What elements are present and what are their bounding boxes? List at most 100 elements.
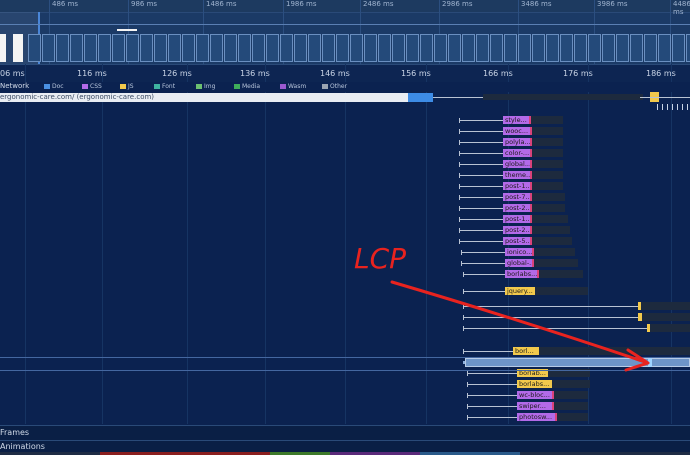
- network-request-bar[interactable]: post-2...: [503, 226, 530, 234]
- timeline-overview[interactable]: 486 ms 986 ms 1486 ms 1986 ms 2486 ms 2986 ms…: [0, 0, 690, 64]
- request-whisker: [459, 164, 503, 165]
- frames-track-label: Frames: [0, 428, 30, 437]
- request-download-bar: [532, 248, 575, 256]
- legend-label: CSS: [90, 83, 102, 90]
- request-whisker-cap: [459, 195, 460, 200]
- overview-activity-line: [117, 29, 137, 31]
- request-whisker-cap: [459, 184, 460, 189]
- frames-track[interactable]: Frames: [0, 425, 690, 440]
- request-whisker: [459, 175, 503, 176]
- network-request-bar[interactable]: wc-bloc...: [517, 391, 552, 399]
- network-request-bar[interactable]: style...: [503, 116, 529, 124]
- network-request-bar[interactable]: ionico...: [505, 248, 532, 256]
- request-whisker: [459, 153, 503, 154]
- overview-frame-thumbnail: [448, 34, 461, 62]
- request-download-bar: [530, 127, 563, 135]
- request-whisker-cap: [459, 217, 460, 222]
- request-download-bar: [530, 160, 563, 168]
- request-whisker-cap: [459, 228, 460, 233]
- overview-frame-thumbnail: [616, 34, 629, 62]
- network-request-bar[interactable]: post-5...: [503, 237, 530, 245]
- network-request-bar[interactable]: global...: [503, 160, 530, 168]
- overview-frame-thumbnail: [546, 34, 559, 62]
- legend-swatch: [120, 84, 126, 89]
- legend-item: Font: [154, 83, 175, 90]
- request-main-thread-tip: [530, 127, 532, 135]
- legend-item: Doc: [44, 83, 64, 90]
- request-main-thread-tip: [532, 248, 534, 256]
- legend-swatch: [154, 84, 160, 89]
- overview-frame-thumbnail: [532, 34, 545, 62]
- overview-frame-thumbnail: [588, 34, 601, 62]
- overview-frame-thumbnail: [686, 34, 690, 62]
- request-tick: [672, 104, 673, 110]
- request-main-thread-tip: [530, 237, 532, 245]
- legend-label: Media: [242, 83, 261, 90]
- request-whisker: [461, 252, 505, 253]
- overview-frame-thumbnail: [378, 34, 391, 62]
- legend-item: CSS: [82, 83, 102, 90]
- overview-frame-thumbnail: [462, 34, 475, 62]
- overview-frame-thumbnail: [476, 34, 489, 62]
- overview-frame-thumbnail: [490, 34, 503, 62]
- request-main-thread-tip: [530, 204, 532, 212]
- request-whisker-cap: [461, 250, 462, 255]
- request-main-thread-tip: [529, 116, 531, 124]
- request-whisker: [459, 142, 503, 143]
- legend-swatch: [322, 84, 328, 89]
- network-request-bar[interactable]: borlabs...: [517, 380, 552, 388]
- request-download-bar: [530, 237, 572, 245]
- request-main-thread-tip: [530, 171, 532, 179]
- request-whisker-cap: [467, 415, 468, 420]
- request-whisker: [459, 230, 503, 231]
- overview-frame-thumbnail: [364, 34, 377, 62]
- legend-label: Wasm: [288, 83, 307, 90]
- request-download-bar: [530, 182, 563, 190]
- request-main-thread-tip: [532, 259, 534, 267]
- network-request-bar[interactable]: global-...: [505, 259, 532, 267]
- legend-item: Media: [234, 83, 260, 90]
- overview-frame-thumbnail: [504, 34, 517, 62]
- overview-frame-thumbnail: [336, 34, 349, 62]
- request-download-bar: [530, 138, 563, 146]
- network-request-bar[interactable]: wooc...: [503, 127, 530, 135]
- request-whisker-cap: [467, 393, 468, 398]
- network-request-bar[interactable]: post-7...: [503, 193, 530, 201]
- network-track-header[interactable]: Network Doc CSS JS Font Img Media Wasm Other: [0, 82, 690, 92]
- request-main-thread-tip: [530, 193, 532, 201]
- request-download-bar: [532, 259, 578, 267]
- network-request-bar[interactable]: theme...: [503, 171, 530, 179]
- overview-frame-thumbnail: [672, 34, 685, 62]
- legend-item: Img: [196, 83, 215, 90]
- legend-swatch: [234, 84, 240, 89]
- overview-frame-thumbnail: [322, 34, 335, 62]
- network-request-bar[interactable]: post-2...: [503, 204, 530, 212]
- overview-frame-thumbnail: [70, 34, 83, 62]
- request-whisker-cap: [467, 404, 468, 409]
- legend-label: Other: [330, 83, 348, 90]
- network-request-bar[interactable]: polyla...: [503, 138, 530, 146]
- overview-tick-label: 2986 ms: [442, 0, 473, 8]
- request-download-bar: [529, 116, 563, 124]
- request-download-bar: [555, 413, 588, 421]
- overview-frame-thumbnail: [238, 34, 251, 62]
- request-main-thread-tip: [530, 182, 532, 190]
- request-whisker: [459, 241, 503, 242]
- request-whisker-cap: [467, 382, 468, 387]
- request-download-bar: [552, 402, 588, 410]
- request-whisker-cap: [459, 162, 460, 167]
- overview-tick-label: 3986 ms: [597, 0, 628, 8]
- request-whisker: [467, 384, 517, 385]
- network-request-bar[interactable]: post-1...: [503, 215, 530, 223]
- overview-frame-thumbnail: [168, 34, 181, 62]
- network-request-bar[interactable]: swiper...: [517, 402, 552, 410]
- overview-frame-thumbnail: [84, 34, 97, 62]
- network-request-bar[interactable]: post-1...: [503, 182, 530, 190]
- overview-frame-thumbnail: [518, 34, 531, 62]
- network-request-bar[interactable]: photosw...: [517, 413, 555, 421]
- request-whisker: [461, 263, 505, 264]
- request-whisker: [459, 131, 503, 132]
- request-download-bar: [530, 171, 563, 179]
- network-request-bar[interactable]: color-...: [503, 149, 530, 157]
- request-tick: [687, 104, 688, 110]
